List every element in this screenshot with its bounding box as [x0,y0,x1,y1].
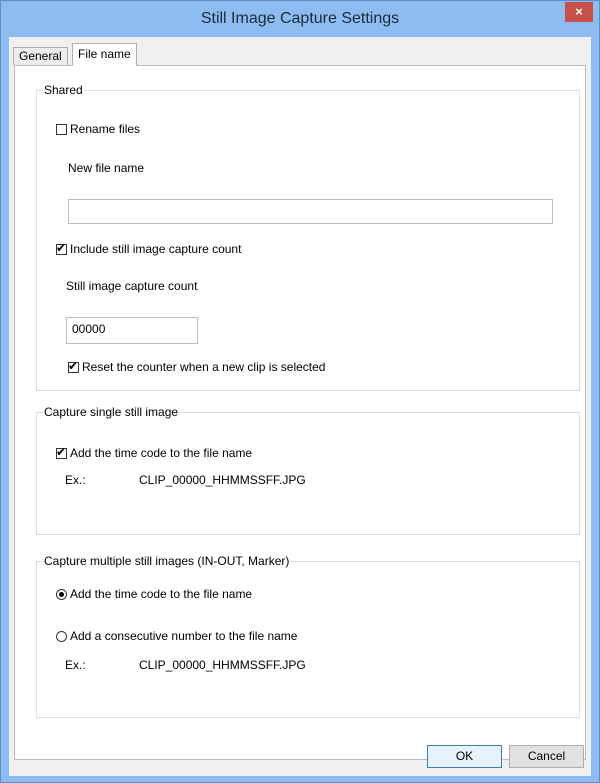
group-capture-single-title: Capture single still image [43,405,180,419]
multiple-add-number-radio[interactable] [56,631,67,642]
dialog-title: Still Image Capture Settings [200,10,400,27]
reset-counter-label: Reset the counter when a new clip is sel… [82,360,326,374]
single-example-value: CLIP_00000_HHMMSSFF.JPG [139,473,306,487]
include-count-checkbox[interactable] [56,241,67,255]
tab-panel-file-name: Shared Rename files New file name Includ… [14,65,586,760]
capture-count-label: Still image capture count [66,279,198,293]
multiple-add-number-option[interactable]: Add a consecutive number to the file nam… [56,629,297,643]
close-button[interactable]: × [565,2,593,22]
group-shared: Shared Rename files New file name Includ… [36,83,580,391]
dialog-client-area: General File name Shared Rename files Ne… [9,37,591,776]
group-capture-multiple: Capture multiple still images (IN-OUT, M… [36,554,580,718]
single-example-label: Ex.: [65,473,86,487]
cancel-button[interactable]: Cancel [509,745,584,768]
capture-count-input[interactable]: 00000 [66,317,198,344]
single-add-timecode-checkbox[interactable] [56,445,67,459]
rename-files-label: Rename files [70,122,141,136]
single-add-timecode-option[interactable]: Add the time code to the file name [56,445,253,460]
new-file-name-input[interactable] [68,199,553,224]
reset-counter-option[interactable]: Reset the counter when a new clip is sel… [68,359,326,374]
rename-files-option[interactable]: Rename files [56,122,140,136]
group-capture-multiple-title: Capture multiple still images (IN-OUT, M… [43,554,291,568]
rename-files-checkbox[interactable] [56,124,67,135]
ok-button[interactable]: OK [427,745,502,768]
group-capture-single: Capture single still image Add the time … [36,405,580,535]
single-add-timecode-label: Add the time code to the file name [70,446,253,460]
include-count-option[interactable]: Include still image capture count [56,241,242,256]
dialog-window: Still Image Capture Settings × General F… [0,0,600,783]
reset-counter-checkbox[interactable] [68,359,79,373]
multiple-add-timecode-option[interactable]: Add the time code to the file name [56,587,252,601]
include-count-label: Include still image capture count [70,242,242,256]
title-bar: Still Image Capture Settings × [1,1,599,37]
multiple-add-timecode-label: Add the time code to the file name [70,587,253,601]
multiple-example-label: Ex.: [65,658,86,672]
multiple-add-timecode-radio[interactable] [56,589,67,600]
tab-general[interactable]: General [13,47,68,65]
group-shared-title: Shared [43,83,84,97]
new-file-name-label: New file name [68,161,145,175]
multiple-add-number-label: Add a consecutive number to the file nam… [70,629,298,643]
multiple-example-value: CLIP_00000_HHMMSSFF.JPG [139,658,306,672]
tab-file-name[interactable]: File name [72,43,137,66]
